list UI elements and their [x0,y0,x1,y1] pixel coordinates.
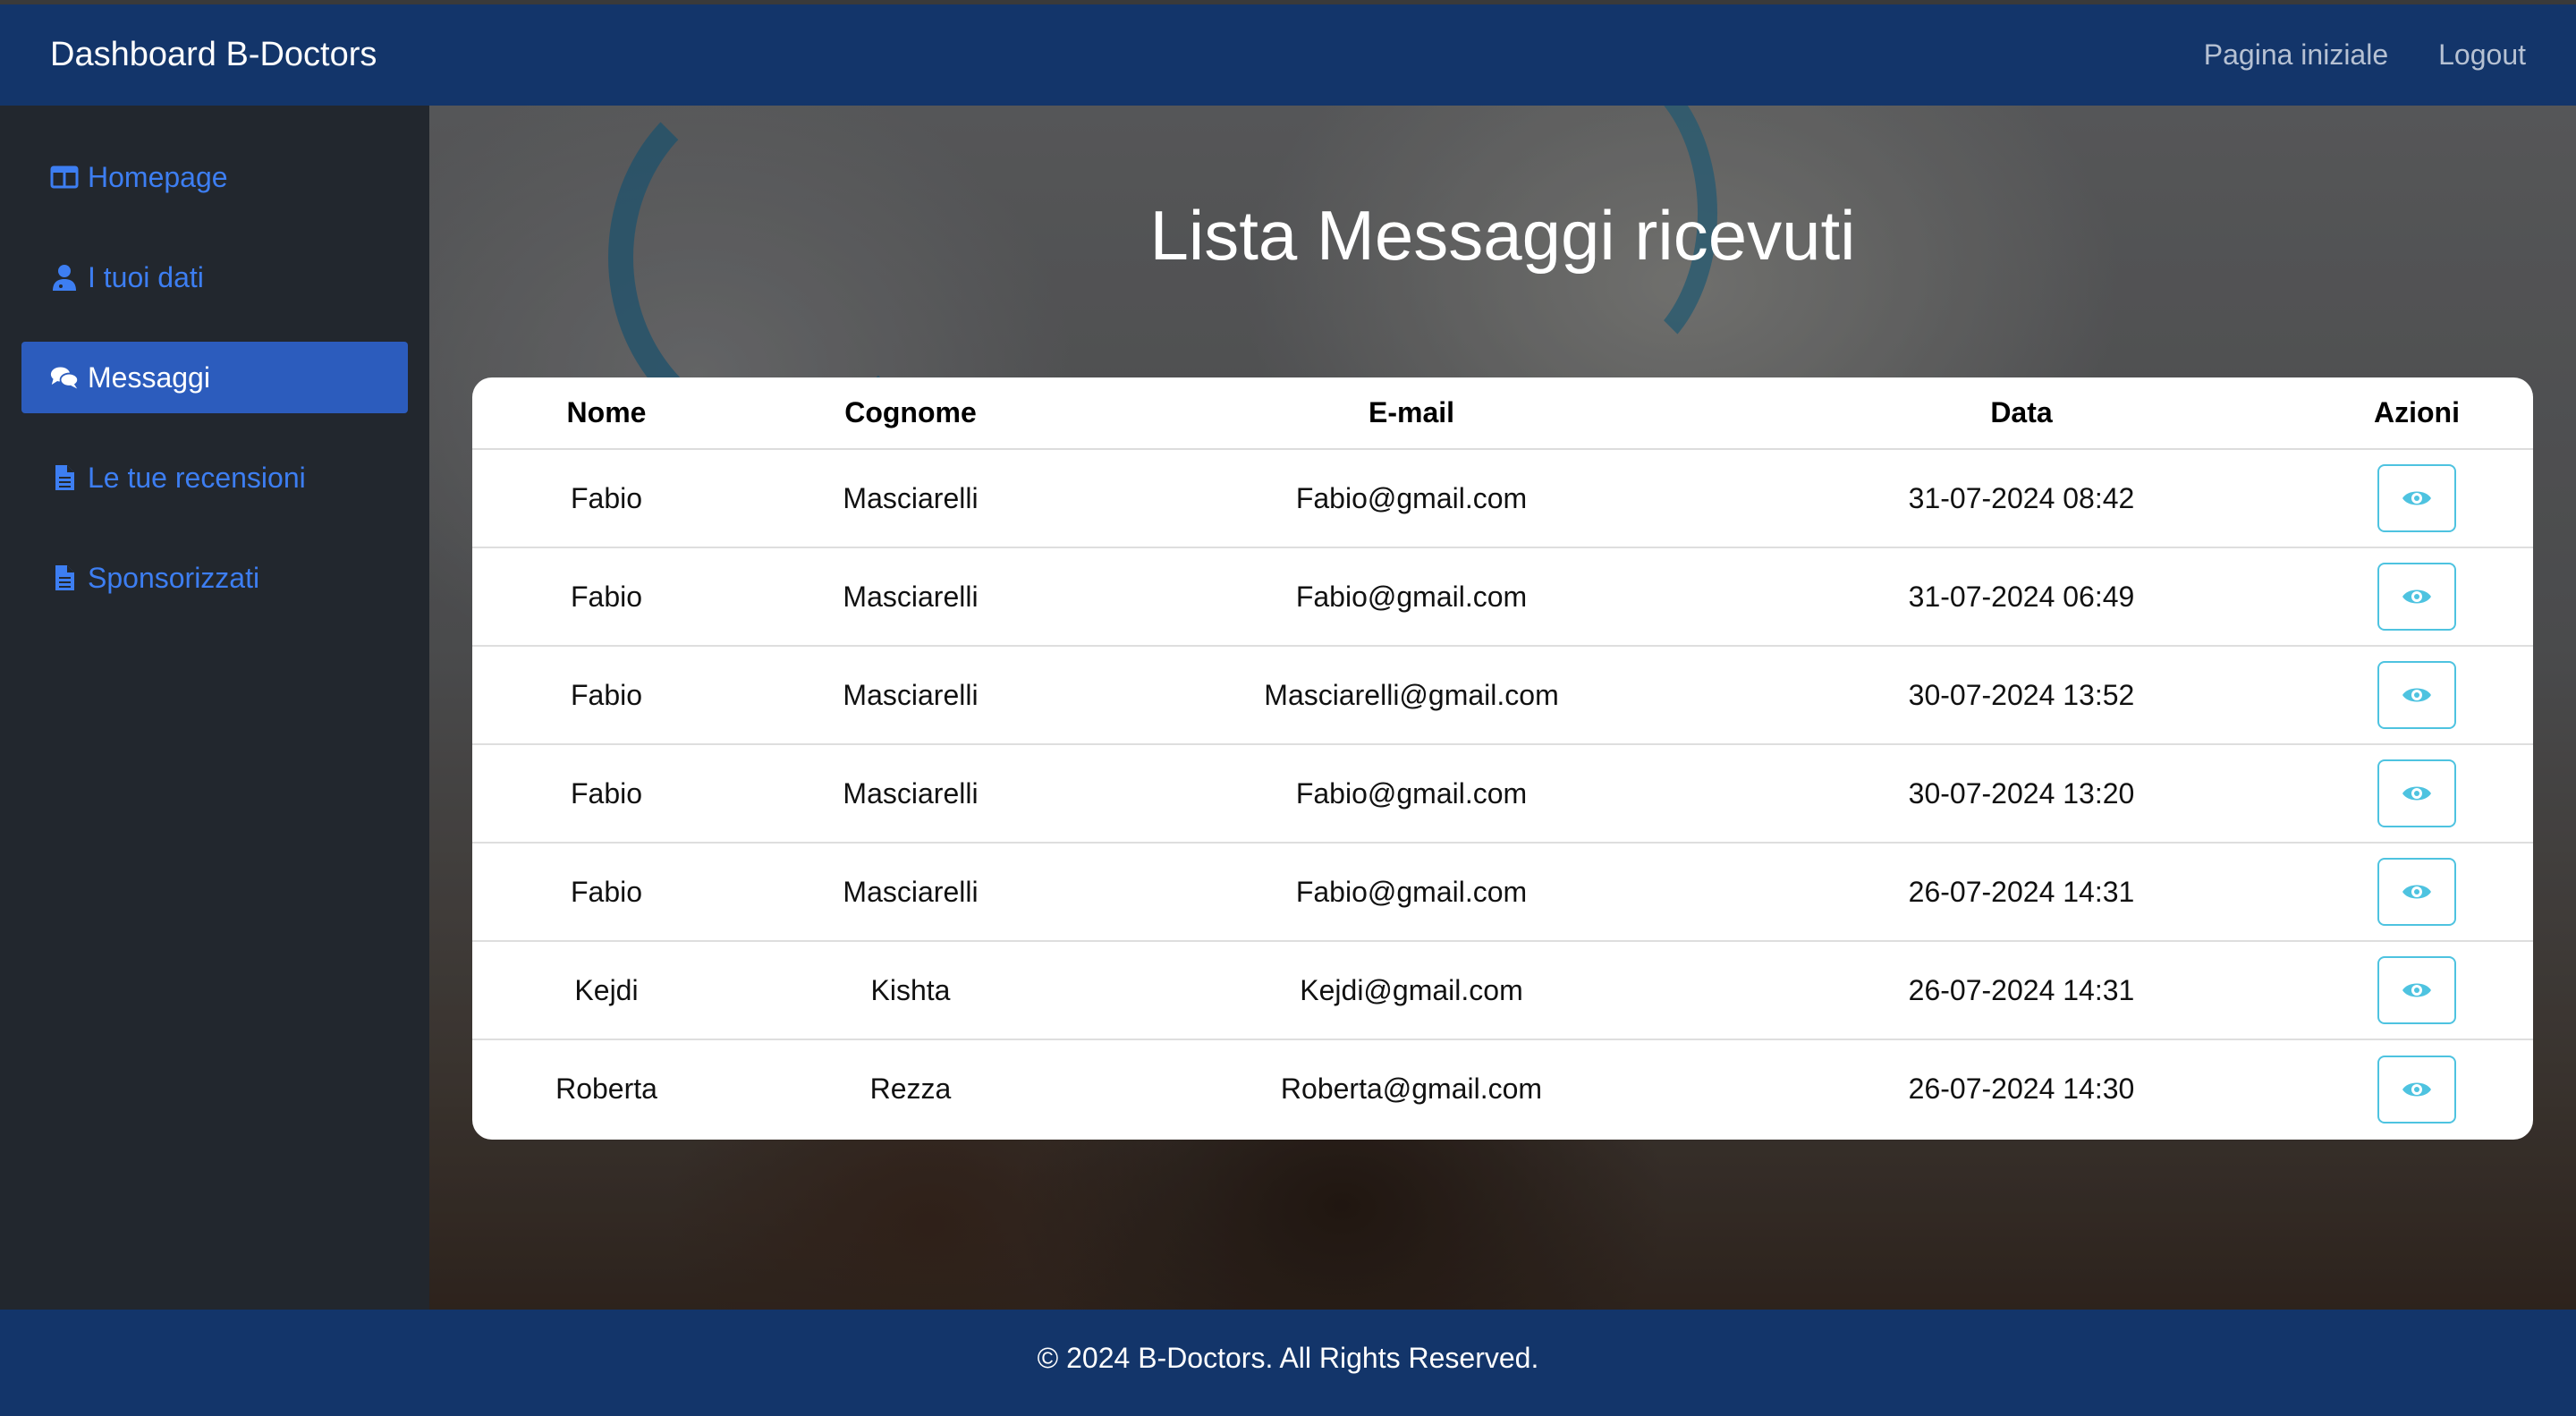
view-message-button[interactable] [2377,661,2456,729]
view-message-button[interactable] [2377,759,2456,827]
sidebar: Homepage I tuoi dati Messaggi Le tue rec… [0,106,429,1310]
columns-icon [50,165,79,189]
cell-email: Fabio@gmail.com [1080,843,1742,942]
cell-cognome: Masciarelli [741,646,1080,745]
cell-data: 30-07-2024 13:52 [1742,646,2301,745]
cell-nome: Fabio [472,646,741,745]
cell-data: 31-07-2024 08:42 [1742,449,2301,548]
cell-azioni [2301,843,2533,942]
cell-data: 26-07-2024 14:31 [1742,941,2301,1040]
sidebar-item-recensioni[interactable]: Le tue recensioni [21,442,408,513]
eye-icon [2402,688,2431,702]
cell-nome: Fabio [472,843,741,942]
view-message-button[interactable] [2377,858,2456,926]
cell-cognome: Masciarelli [741,449,1080,548]
column-header-email: E-mail [1080,377,1742,450]
sidebar-item-label: Le tue recensioni [88,461,306,494]
cell-email: Masciarelli@gmail.com [1080,646,1742,745]
cell-email: Roberta@gmail.com [1280,1073,1543,1105]
home-page-link[interactable]: Pagina iniziale [2204,38,2388,72]
view-message-button[interactable] [2377,464,2456,532]
cell-azioni [2301,941,2533,1040]
sidebar-item-messaggi[interactable]: Messaggi [21,342,408,413]
sidebar-item-homepage[interactable]: Homepage [21,141,408,213]
cell-nome: Fabio [472,744,741,844]
column-header-data: Data [1742,377,2301,450]
table-header-row: Nome Cognome E-mail Data Azioni [472,377,2533,450]
user-doctor-icon [53,265,76,291]
table-row: Fabio Masciarelli Masciarelli@gmail.com … [472,646,2533,745]
table-row: Kejdi Kishta Kejdi@gmail.com 26-07-2024 … [472,941,2533,1040]
cell-email: Kejdi@gmail.com [1080,941,1742,1040]
table-row: Fabio Masciarelli Fabio@gmail.com 31-07-… [472,547,2533,647]
logout-link[interactable]: Logout [2438,38,2526,72]
top-navbar: Dashboard B-Doctors Pagina iniziale Logo… [0,4,2576,106]
navbar-links: Pagina iniziale Logout [2204,38,2526,72]
view-message-button[interactable] [2377,956,2456,1024]
messages-table: Nome Cognome E-mail Data Azioni Fabio Ma… [472,377,2533,1138]
column-header-cognome: Cognome [741,377,1080,450]
cell-data: 26-07-2024 14:30 [1908,1073,2135,1105]
comments-icon [50,367,79,389]
cell-email: Fabio@gmail.com [1080,449,1742,548]
cell-cognome: Kishta [741,941,1080,1040]
table-row: Fabio Masciarelli Fabio@gmail.com 31-07-… [472,449,2533,548]
footer-copyright: © 2024 B-Doctors. All Rights Reserved. [1037,1342,1539,1374]
view-message-button[interactable] [2377,1055,2456,1123]
main-content: Lista Messaggi ricevuti Nome Cognome E-m… [429,106,2576,1310]
file-icon [55,465,74,490]
sidebar-item-label: Messaggi [88,360,210,394]
sidebar-item-label: I tuoi dati [88,260,204,293]
table-row: Fabio Masciarelli Fabio@gmail.com 26-07-… [472,843,2533,942]
cell-cognome: Masciarelli [741,547,1080,647]
cell-cognome: Rezza [869,1073,952,1105]
brand-title[interactable]: Dashboard B-Doctors [50,36,377,74]
cell-azioni [2301,744,2533,844]
eye-icon [2402,491,2431,505]
messages-table-card: Nome Cognome E-mail Data Azioni Fabio Ma… [472,377,2533,1140]
eye-icon [2402,786,2431,801]
table-row: Fabio Masciarelli Fabio@gmail.com 30-07-… [472,744,2533,844]
column-header-azioni: Azioni [2301,377,2533,450]
eye-icon [2402,1082,2431,1096]
cell-nome: Fabio [472,449,741,548]
page-title: Lista Messaggi ricevuti [1149,196,1856,275]
cell-azioni [2301,547,2533,647]
cell-cognome: Masciarelli [741,744,1080,844]
table-row: Roberta Rezza Roberta@gmail.com 26-07-20… [472,1039,2533,1138]
footer: © 2024 B-Doctors. All Rights Reserved. [0,1310,2576,1416]
sidebar-item-i-tuoi-dati[interactable]: I tuoi dati [21,242,408,313]
sidebar-item-label: Homepage [88,160,228,193]
eye-icon [2402,885,2431,899]
cell-nome: Roberta [555,1073,657,1105]
cell-data: 30-07-2024 13:20 [1742,744,2301,844]
cell-email: Fabio@gmail.com [1080,547,1742,647]
cell-nome: Fabio [472,547,741,647]
cell-data: 31-07-2024 06:49 [1742,547,2301,647]
cell-nome: Kejdi [472,941,741,1040]
view-message-button[interactable] [2377,563,2456,631]
eye-icon [2402,983,2431,997]
file-icon [55,565,74,590]
cell-cognome: Masciarelli [741,843,1080,942]
eye-icon [2402,589,2431,604]
cell-azioni [2301,646,2533,745]
cell-data: 26-07-2024 14:31 [1742,843,2301,942]
cell-azioni [2301,1039,2533,1138]
cell-email: Fabio@gmail.com [1080,744,1742,844]
cell-azioni [2301,449,2533,548]
sidebar-item-sponsorizzati[interactable]: Sponsorizzati [21,542,408,614]
column-header-nome: Nome [472,377,741,450]
sidebar-item-label: Sponsorizzati [88,561,260,594]
